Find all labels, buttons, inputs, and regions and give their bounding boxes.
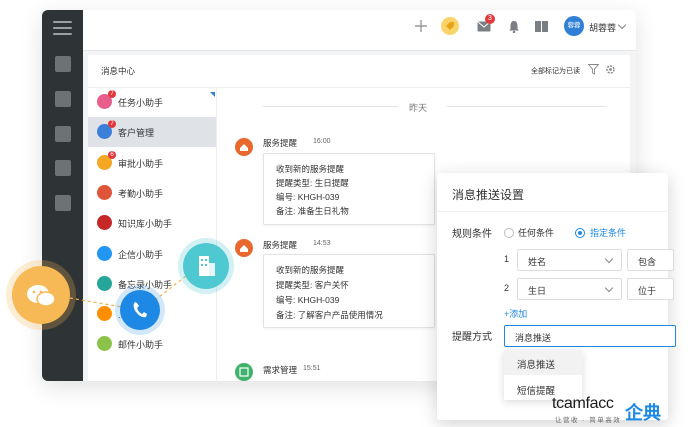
phone-icon [133,302,147,318]
remind-method-value: 消息推送 [515,333,552,343]
operator-select[interactable]: 位于 [627,278,674,300]
operator-select-value: 包含 [638,257,657,267]
rule-condition-label: 规则条件 [452,229,492,240]
brand-logo-text: tcamfacc [552,395,614,412]
remind-method-dropdown: 消息推送 短信提醒 [504,350,582,400]
dropdown-option[interactable]: 消息推送 [517,357,555,371]
row-index: 2 [504,283,510,293]
field-select-value: 姓名 [528,257,547,267]
dropdown-option[interactable]: 短信提醒 [517,383,555,397]
radio-specified-label[interactable]: 指定条件 [590,226,626,239]
add-condition-link[interactable]: +添加 [504,307,527,320]
brand-tagline: 让营收 · 简单高效 [555,417,622,424]
remind-method-select[interactable]: 消息推送 [504,325,676,347]
operator-select[interactable]: 包含 [627,249,674,271]
radio-any-label[interactable]: 任何条件 [518,226,554,239]
building-bubble[interactable] [183,243,229,289]
operator-select-value: 位于 [638,286,657,296]
radio-specified-condition[interactable] [575,228,585,238]
chevron-down-icon [604,283,614,293]
row-index: 1 [504,254,510,264]
building-icon [199,256,215,276]
chevron-down-icon [604,254,614,264]
field-select-value: 生日 [528,286,547,296]
wechat-bubble[interactable] [12,266,70,324]
brand-logo-cn: 企典 [625,403,661,423]
field-select[interactable]: 生日 [517,278,622,300]
field-select[interactable]: 姓名 [517,249,622,271]
push-settings-dialog: 消息推送设置 规则条件 任何条件 指定条件 1 姓名 包含 2 生日 位于 +添… [437,173,676,420]
remind-method-label: 提醒方式 [452,332,492,343]
dialog-divider [437,211,668,212]
phone-bubble[interactable] [120,290,160,330]
radio-any-condition[interactable] [504,228,514,238]
wechat-icon [27,285,56,307]
dialog-title: 消息推送设置 [452,188,525,202]
